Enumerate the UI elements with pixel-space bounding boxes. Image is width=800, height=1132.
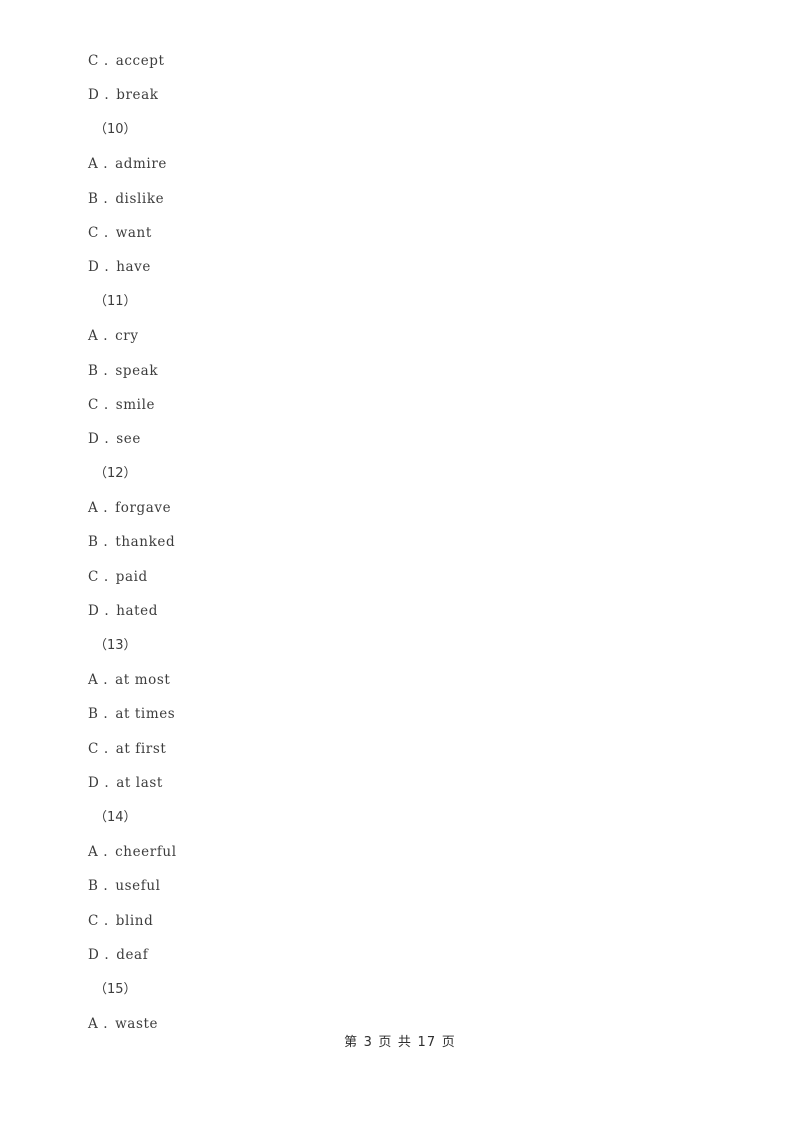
option-letter: B . [88, 878, 109, 895]
answer-option-row: A . at most [88, 663, 688, 697]
answer-option-row: B . speak [88, 354, 688, 388]
option-letter: A . [88, 328, 109, 345]
option-text: at first [115, 740, 167, 757]
option-text: at times [115, 706, 176, 723]
option-text: see [116, 431, 141, 448]
answer-option-row: B . useful [88, 869, 688, 903]
answer-option-row: A . forgave [88, 491, 688, 525]
option-text: hated [116, 603, 159, 620]
option-letter: B . [88, 534, 109, 551]
option-letter: B . [88, 190, 109, 207]
option-text: at most [115, 672, 171, 689]
option-letter: D . [88, 431, 110, 448]
option-letter: C . [88, 740, 109, 757]
option-text: blind [115, 912, 154, 929]
answer-option-row: D . at last [88, 766, 688, 800]
option-text: break [116, 87, 159, 104]
option-text: forgave [115, 500, 172, 517]
question-number: （12） [94, 465, 137, 481]
option-letter: D . [88, 603, 110, 620]
option-letter: A . [88, 156, 109, 173]
option-letter: B . [88, 706, 109, 723]
option-letter: C . [88, 224, 109, 241]
question-number: （13） [94, 637, 137, 653]
question-number: （15） [94, 981, 137, 997]
option-letter: B . [88, 362, 109, 379]
option-letter: D . [88, 775, 110, 792]
answer-option-row: C . accept [88, 44, 688, 78]
option-letter: D . [88, 87, 110, 104]
answer-option-row: A . admire [88, 147, 688, 181]
option-text: at last [116, 775, 163, 792]
answer-option-row: A . cry [88, 319, 688, 353]
option-text: cheerful [115, 843, 177, 860]
option-letter: A . [88, 500, 109, 517]
answer-option-row: B . at times [88, 697, 688, 731]
option-text: admire [115, 156, 167, 173]
answer-option-row: B . dislike [88, 182, 688, 216]
option-letter: A . [88, 843, 109, 860]
option-letter: A . [88, 672, 109, 689]
option-text: useful [115, 878, 161, 895]
option-text: have [116, 259, 151, 276]
option-text: want [115, 224, 152, 241]
option-letter: D . [88, 947, 110, 964]
answer-option-row: C . smile [88, 388, 688, 422]
page-footer: 第 3 页 共 17 页 [344, 1035, 456, 1050]
answer-option-row: D . have [88, 250, 688, 284]
answer-option-row: B . thanked [88, 525, 688, 559]
answer-option-row: D . hated [88, 594, 688, 628]
option-letter: C . [88, 396, 109, 413]
document-page: C . accept D . break （10） A . admire B . dislike… [0, 0, 800, 1132]
answer-option-row: C . paid [88, 560, 688, 594]
answer-option-row: D . deaf [88, 938, 688, 972]
option-text: paid [115, 568, 148, 585]
answer-option-row: C . want [88, 216, 688, 250]
option-text: smile [115, 396, 156, 413]
option-letter: C . [88, 568, 109, 585]
question-number: （10） [94, 121, 137, 137]
question-options-list: C . accept D . break （10） A . admire B . dislike… [88, 44, 688, 1041]
question-number: （14） [94, 809, 137, 825]
answer-option-row: D . see [88, 422, 688, 456]
answer-option-row: D . break [88, 78, 688, 112]
option-letter: C . [88, 53, 109, 69]
answer-option-row: A . cheerful [88, 835, 688, 869]
option-letter: D . [88, 259, 110, 276]
question-number: （11） [94, 293, 137, 309]
option-text: dislike [115, 190, 165, 207]
option-text: deaf [116, 947, 149, 964]
option-text: thanked [115, 534, 176, 551]
answer-option-row: C . blind [88, 904, 688, 938]
option-text: speak [115, 362, 159, 379]
answer-option-row: C . at first [88, 732, 688, 766]
option-text: cry [115, 328, 139, 345]
option-letter: C . [88, 912, 109, 929]
option-text: accept [115, 53, 165, 69]
